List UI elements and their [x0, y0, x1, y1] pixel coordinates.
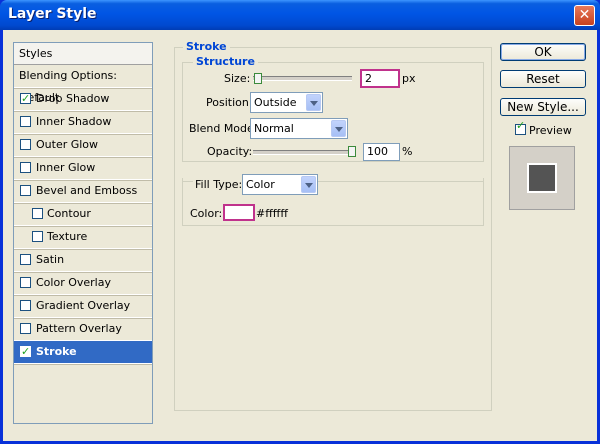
style-item-pattern-overlay[interactable]: Pattern Overlay	[14, 318, 152, 341]
position-label: Position:	[206, 96, 253, 109]
blend-mode-label: Blend Mode:	[189, 122, 258, 135]
preview-checkbox[interactable]	[515, 119, 526, 135]
style-item-contour[interactable]: Contour	[14, 203, 152, 226]
fill-type-label: Fill Type:	[193, 178, 245, 191]
preview-label: Preview	[529, 124, 572, 137]
style-checkbox[interactable]	[32, 208, 43, 219]
layer-style-dialog: Layer Style ✕ Styles Blending Options: D…	[0, 0, 600, 444]
opacity-slider-thumb[interactable]	[348, 146, 356, 157]
style-checkbox[interactable]	[32, 231, 43, 242]
style-checkbox[interactable]	[20, 323, 31, 334]
size-slider[interactable]	[253, 76, 352, 81]
preview-thumbnail	[509, 146, 575, 210]
opacity-unit: %	[402, 145, 413, 158]
fill-type-select[interactable]: Color	[242, 174, 318, 195]
style-checkbox[interactable]	[20, 300, 31, 311]
opacity-slider[interactable]	[253, 150, 356, 155]
position-select[interactable]: Outside	[250, 92, 323, 113]
style-checkbox[interactable]	[20, 88, 31, 110]
style-item-label: Inner Glow	[36, 161, 96, 174]
size-input[interactable]: 2	[360, 69, 400, 88]
color-label: Color:	[190, 207, 223, 220]
style-checkbox[interactable]	[20, 116, 31, 127]
style-checkbox[interactable]	[20, 185, 31, 196]
blend-mode-select[interactable]: Normal	[250, 118, 348, 139]
style-item-label: Pattern Overlay	[36, 322, 122, 335]
window-title: Layer Style	[8, 6, 97, 22]
style-item-label: Drop Shadow	[36, 92, 110, 105]
style-item-label: Contour	[47, 207, 91, 220]
opacity-label: Opacity:	[207, 145, 253, 158]
style-checkbox[interactable]	[20, 341, 31, 363]
blend-mode-value: Normal	[254, 122, 294, 135]
style-item-stroke[interactable]: Stroke	[14, 341, 152, 364]
style-item-label: Texture	[47, 230, 88, 243]
preview-swatch	[527, 163, 557, 193]
style-item-color-overlay[interactable]: Color Overlay	[14, 272, 152, 295]
styles-list: Styles Blending Options: DefaultDrop Sha…	[13, 42, 153, 424]
style-item-label: Satin	[36, 253, 65, 266]
position-value: Outside	[254, 96, 297, 109]
ok-button[interactable]: OK	[500, 43, 586, 61]
style-item-label: Bevel and Emboss	[36, 184, 138, 197]
style-checkbox[interactable]	[20, 254, 31, 265]
style-item-label: Gradient Overlay	[36, 299, 131, 312]
style-item-bevel-and-emboss[interactable]: Bevel and Emboss	[14, 180, 152, 203]
styles-header[interactable]: Styles	[14, 43, 152, 65]
size-unit: px	[402, 72, 416, 85]
chevron-down-icon[interactable]	[306, 94, 321, 111]
fill-type-value: Color	[246, 178, 275, 191]
style-item-label: Color Overlay	[36, 276, 111, 289]
dialog-body: Styles Blending Options: DefaultDrop Sha…	[3, 30, 597, 441]
reset-button[interactable]: Reset	[500, 70, 586, 88]
new-style-button[interactable]: New Style...	[500, 98, 586, 116]
style-item-outer-glow[interactable]: Outer Glow	[14, 134, 152, 157]
style-item-label: Outer Glow	[36, 138, 99, 151]
structure-group-title: Structure	[193, 55, 258, 68]
style-item-label: Inner Shadow	[36, 115, 112, 128]
chevron-down-icon[interactable]	[331, 120, 346, 137]
title-bar[interactable]: Layer Style ✕	[0, 0, 600, 30]
style-item-gradient-overlay[interactable]: Gradient Overlay	[14, 295, 152, 318]
close-button[interactable]: ✕	[574, 5, 595, 26]
style-item-satin[interactable]: Satin	[14, 249, 152, 272]
opacity-input[interactable]: 100	[363, 143, 400, 161]
style-item-label: Stroke	[36, 345, 77, 358]
chevron-down-icon[interactable]	[301, 176, 316, 193]
style-item-texture[interactable]: Texture	[14, 226, 152, 249]
style-item-drop-shadow[interactable]: Drop Shadow	[14, 88, 152, 111]
size-label: Size:	[224, 72, 251, 85]
stroke-group-title: Stroke	[183, 40, 230, 53]
style-item-blending-options-default[interactable]: Blending Options: Default	[14, 65, 152, 104]
style-item-inner-shadow[interactable]: Inner Shadow	[14, 111, 152, 134]
style-item-inner-glow[interactable]: Inner Glow	[14, 157, 152, 180]
style-checkbox[interactable]	[20, 162, 31, 173]
color-swatch[interactable]	[223, 204, 255, 221]
style-checkbox[interactable]	[20, 277, 31, 288]
color-hex: #ffffff	[256, 207, 288, 220]
size-slider-thumb[interactable]	[253, 73, 262, 84]
style-checkbox[interactable]	[20, 139, 31, 150]
